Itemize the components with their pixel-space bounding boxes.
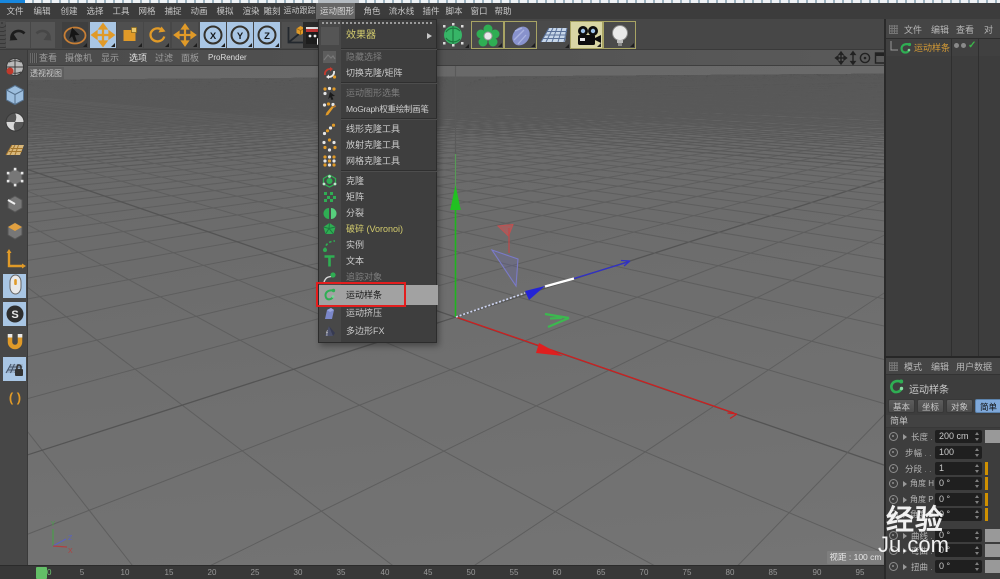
svg-text:Z: Z	[264, 31, 270, 42]
svg-text:Y: Y	[51, 521, 56, 528]
svg-text:f: f	[326, 331, 328, 338]
svg-text:S: S	[11, 309, 18, 321]
svg-text:Z: Z	[68, 535, 73, 542]
svg-text:Y: Y	[237, 31, 244, 42]
svg-text:X: X	[68, 548, 73, 555]
svg-text:X: X	[210, 31, 217, 42]
svg-text:( ): ( )	[9, 390, 21, 405]
